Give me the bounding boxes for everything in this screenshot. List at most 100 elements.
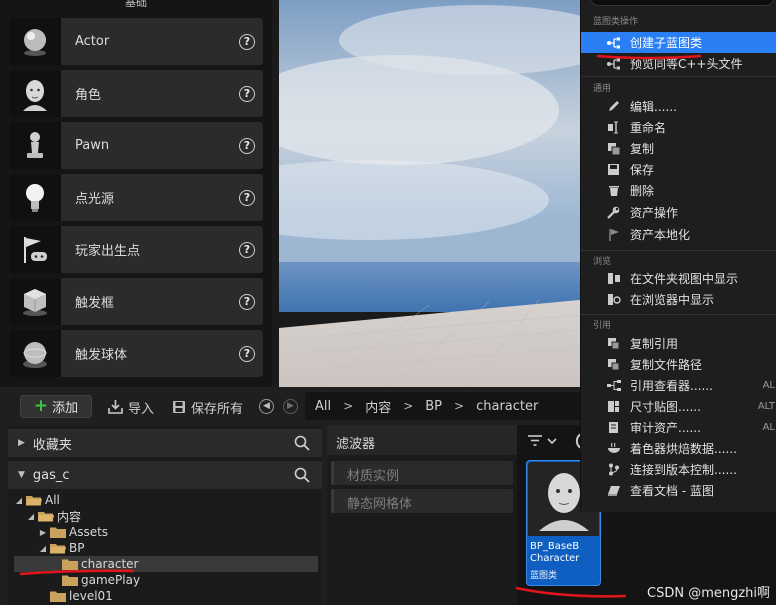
menu-item-delete[interactable]: 删除 — [581, 180, 776, 201]
menu-item-edit[interactable]: 编辑...... — [581, 96, 776, 117]
help-icon[interactable]: ? — [239, 241, 255, 258]
project-section[interactable]: ▼ gas_c — [8, 461, 322, 489]
help-icon[interactable]: ? — [239, 85, 255, 102]
open-folder-icon — [50, 543, 66, 553]
menu-item-create-child-blueprint[interactable]: 创建子蓝图类 — [581, 32, 776, 53]
tree-row-character[interactable]: character — [14, 556, 318, 572]
place-item-actor[interactable]: Actor ? — [9, 18, 263, 65]
tree-row-assets[interactable]: ▶ Assets — [14, 524, 318, 540]
back-arrow-icon[interactable]: ◀ — [259, 399, 274, 414]
tree-row-label: character — [81, 557, 139, 571]
save-all-label: 保存所有 — [191, 401, 244, 417]
menu-item-preview-cpp-header[interactable]: 预览同等C++头文件 — [581, 53, 776, 74]
favorites-label: 收藏夹 — [32, 437, 72, 453]
save-icon — [605, 163, 622, 177]
menu-item-show-in-browser[interactable]: 在浏览器中显示 — [581, 289, 776, 310]
menu-item-audit-assets[interactable]: 审计资产...... AL — [581, 417, 776, 438]
tree-row-all[interactable]: ◢ All — [14, 492, 318, 508]
place-item-label: 点光源 — [75, 192, 115, 207]
help-icon[interactable]: ? — [239, 137, 255, 154]
menu-item-label: 资产本地化 — [630, 228, 691, 242]
menu-item-duplicate[interactable]: 复制 — [581, 138, 776, 159]
menu-divider — [581, 76, 776, 77]
menu-item-shortcut: ALT — [757, 401, 775, 412]
menu-item-show-in-folder-view[interactable]: 在文件夹视图中显示 — [581, 268, 776, 289]
help-icon[interactable]: ? — [239, 345, 255, 362]
menu-item-label: 删除 — [630, 184, 655, 198]
menu-item-view-documentation[interactable]: 查看文档 - 蓝图 — [581, 480, 776, 501]
breadcrumb-item-bp[interactable]: BP — [425, 399, 442, 414]
level-viewport[interactable] — [279, 0, 581, 387]
tree-row-content[interactable]: ◢ 内容 — [14, 508, 318, 524]
menu-item-connect-source-control[interactable]: 连接到版本控制...... — [581, 459, 776, 480]
import-button[interactable]: 导入 — [108, 398, 154, 417]
breadcrumb-separator[interactable]: > — [454, 399, 464, 413]
place-item-trigger-sphere[interactable]: 触发球体 ? — [9, 330, 263, 377]
menu-item-asset-actions[interactable]: 资产操作 — [581, 202, 776, 223]
place-item-character[interactable]: 角色 ? — [9, 70, 263, 117]
tree-row-level01[interactable]: level01 — [14, 588, 318, 604]
search-icon[interactable] — [294, 435, 310, 451]
tree-row-bp[interactable]: ◢ BP — [14, 540, 318, 556]
menu-item-rename[interactable]: 重命名 — [581, 117, 776, 138]
wrench-icon — [605, 206, 622, 220]
place-item-label: Actor — [75, 34, 110, 49]
add-button[interactable]: + 添加 — [20, 395, 92, 418]
tree-row-gameplay[interactable]: gamePlay — [14, 572, 318, 588]
menu-item-copy-reference[interactable]: 复制引用 — [581, 333, 776, 354]
help-icon[interactable]: ? — [239, 293, 255, 310]
favorites-section[interactable]: ▶ 收藏夹 — [8, 429, 322, 457]
place-item-trigger-box[interactable]: 触发框 ? — [9, 278, 263, 325]
place-item-pawn[interactable]: Pawn ? — [9, 122, 263, 169]
folder-icon — [50, 591, 66, 602]
breadcrumb-item-character[interactable]: character — [476, 399, 538, 414]
menu-item-shader-cook-data[interactable]: 着色器烘焙数据...... — [581, 438, 776, 459]
expanded-arrow-icon: ◢ — [15, 495, 23, 505]
breadcrumb-separator[interactable]: > — [403, 399, 413, 413]
asset-name: BP_BaseB Character — [530, 541, 600, 565]
place-item-point-light[interactable]: 点光源 ? — [9, 174, 263, 221]
player-start-icon — [9, 226, 61, 273]
collapsed-arrow-icon: ▶ — [39, 527, 47, 537]
audit-icon — [605, 421, 622, 435]
expanded-arrow-icon: ◢ — [39, 543, 47, 553]
help-icon[interactable]: ? — [239, 189, 255, 206]
menu-item-label: 引用查看器...... — [630, 379, 713, 393]
forward-arrow-icon[interactable]: ▶ — [283, 399, 298, 414]
place-item-player-start[interactable]: 玩家出生点 ? — [9, 226, 263, 273]
menu-item-label: 尺寸贴图...... — [630, 400, 701, 414]
expanded-arrow-icon: ◢ — [27, 511, 35, 521]
tree-row-label: gamePlay — [81, 573, 141, 587]
menu-item-size-map[interactable]: 尺寸贴图...... ALT — [581, 396, 776, 417]
breadcrumb-separator[interactable]: > — [343, 399, 353, 413]
menu-item-reference-viewer[interactable]: 引用查看器...... AL — [581, 375, 776, 396]
browser-icon — [605, 293, 622, 307]
menu-item-label: 编辑...... — [630, 100, 677, 114]
search-icon[interactable] — [294, 467, 310, 483]
plus-icon: + — [33, 396, 49, 416]
flag-icon — [605, 228, 622, 242]
menu-section-common: 通用 — [593, 84, 612, 94]
menu-search-input[interactable] — [589, 0, 775, 6]
breadcrumb-item-content[interactable]: 内容 — [365, 397, 391, 416]
asset-type-label: 蓝图类 — [530, 571, 558, 581]
menu-item-asset-localization[interactable]: 资产本地化 — [581, 224, 776, 245]
menu-item-label: 着色器烘焙数据...... — [630, 442, 737, 456]
menu-divider — [581, 250, 776, 251]
filter-funnel-icon[interactable] — [527, 433, 561, 449]
add-button-label: 添加 — [52, 401, 79, 416]
child-blueprint-icon — [605, 36, 622, 50]
menu-item-save[interactable]: 保存 — [581, 159, 776, 180]
breadcrumb-item-all[interactable]: All — [315, 399, 331, 414]
filter-static-mesh[interactable]: 静态网格体 — [331, 489, 513, 513]
help-icon[interactable]: ? — [239, 33, 255, 50]
save-all-button[interactable]: 保存所有 — [172, 398, 244, 417]
tree-row-label: level01 — [69, 589, 113, 603]
trash-icon — [605, 184, 622, 198]
menu-item-label: 复制文件路径 — [630, 358, 703, 372]
menu-item-copy-file-path[interactable]: 复制文件路径 — [581, 354, 776, 375]
collapsed-arrow-icon: ▶ — [18, 438, 25, 448]
shader-icon — [605, 442, 622, 456]
place-actors-panel: 基础 Actor ? 角色 ? Pawn ? 点光源 ? 玩家出生点 ? 触发框… — [0, 0, 272, 387]
filter-material-instance[interactable]: 材质实例 — [331, 461, 513, 485]
